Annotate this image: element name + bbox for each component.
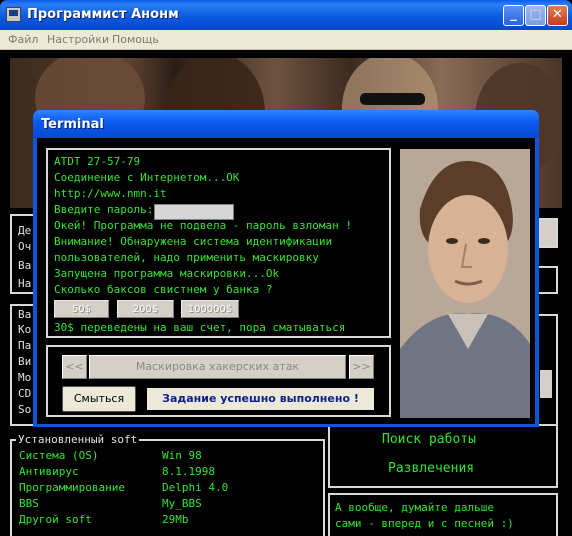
hardware-label-7: So <box>18 403 32 416</box>
soft-label-os: Система (OS) <box>19 449 99 462</box>
tip-line-2: сами - вперед и с песней :) <box>335 517 514 530</box>
terminal-line-10: 30$ переведены на ваш счет, пора сматыва… <box>54 321 346 334</box>
minimize-button[interactable]: _ <box>503 5 524 26</box>
computer-icon <box>6 7 21 22</box>
status-label-4: На <box>18 277 32 290</box>
hardware-label-6: CD <box>18 387 32 400</box>
window-title: Программист Анонм <box>27 7 179 22</box>
side-list-frame <box>538 314 558 426</box>
side-panel-frame <box>538 266 558 294</box>
close-button[interactable]: ✕ <box>547 5 568 26</box>
menu-settings[interactable]: Настройки <box>47 33 109 46</box>
main-window-titlebar[interactable]: Программист Анонм _ □ ✕ <box>0 0 572 30</box>
soft-label-bbs: BBS <box>19 497 39 510</box>
terminal-line-6: Внимание! Обнаружена система идентификац… <box>54 235 333 248</box>
soft-label-antivirus: Антивирус <box>19 465 79 478</box>
soft-value-antivirus: 8.1.1998 <box>162 465 215 478</box>
terminal-line-7: пользователей, надо применить маскировку <box>54 251 319 264</box>
task-complete-button[interactable]: Задание успешно выполнено ! <box>145 386 376 412</box>
hardware-label-5: Мо <box>18 371 32 384</box>
installed-soft-legend: Установленный soft <box>16 433 140 446</box>
soft-label-other: Другой soft <box>19 513 92 526</box>
terminal-line-2: Соединение с Интернетом...OK <box>54 171 240 184</box>
side-button[interactable] <box>538 218 558 248</box>
terminal-body: ATDT 27-57-79 Соединение с Интернетом...… <box>37 138 535 424</box>
escape-button[interactable]: Смыться <box>62 386 136 412</box>
status-label-2: Оч <box>18 240 32 253</box>
terminal-line-5: Окей! Программа не подвела - пароль взло… <box>54 219 353 232</box>
prev-button[interactable]: << <box>62 355 87 379</box>
amount-200-button[interactable]: 200$ <box>117 300 174 318</box>
terminal-line-8: Запущена программа маскировки...Ok <box>54 267 280 280</box>
amount-100000-button[interactable]: 100000$ <box>181 300 239 318</box>
terminal-titlebar[interactable]: Terminal <box>33 110 539 138</box>
status-label-1: Де <box>18 224 32 237</box>
terminal-line-9: Сколько баксов свистнем у банка ? <box>54 283 273 296</box>
job-search-link[interactable]: Поиск работы <box>382 432 476 447</box>
password-input[interactable] <box>154 204 234 220</box>
tip-panel: А вообще, думайте дальше сами - вперед и… <box>328 493 558 536</box>
terminal-output: ATDT 27-57-79 Соединение с Интернетом...… <box>46 148 391 338</box>
next-button[interactable]: >> <box>349 355 374 379</box>
hardware-label-4: Ви <box>18 355 32 368</box>
soft-value-other: 29Mb <box>162 513 189 526</box>
agent-photo <box>400 149 530 418</box>
hardware-label-1: Ва <box>18 308 32 321</box>
terminal-line-4: Введите пароль: <box>54 203 154 216</box>
menu-bar: Файл Настройки Помощь <box>0 30 572 50</box>
terminal-line-3: http://www.nmn.it <box>54 187 167 200</box>
terminal-title: Terminal <box>41 117 104 132</box>
masking-button[interactable]: Маскировка хакерских атак <box>89 355 346 379</box>
tip-line-1: А вообще, думайте дальше <box>335 501 494 514</box>
installed-soft-panel: Установленный soft Система (OS) Win 98 А… <box>10 433 325 536</box>
status-label-3: Ва <box>18 259 32 272</box>
terminal-line-1: ATDT 27-57-79 <box>54 155 141 168</box>
right-menu-panel: Поиск работы Развлечения <box>328 426 558 488</box>
hardware-label-2: Ко <box>18 323 32 336</box>
soft-value-programming: Delphi 4.0 <box>162 481 229 494</box>
entertainment-link[interactable]: Развлечения <box>388 461 474 476</box>
terminal-dialog: Terminal ATDT 27-57-79 Соединение с Инте… <box>33 110 539 427</box>
hardware-label-3: Па <box>18 339 32 352</box>
scrollbar-thumb[interactable] <box>540 370 552 398</box>
menu-file[interactable]: Файл <box>8 33 38 46</box>
soft-label-programming: Программирование <box>19 481 125 494</box>
maximize-button[interactable]: □ <box>525 5 546 26</box>
amount-50-button[interactable]: 50$ <box>54 300 109 318</box>
control-panel: << Маскировка хакерских атак >> Смыться … <box>46 345 391 417</box>
soft-value-os: Win 98 <box>162 449 202 462</box>
menu-help[interactable]: Помощь <box>112 33 159 46</box>
soft-value-bbs: My_BBS <box>162 497 202 510</box>
